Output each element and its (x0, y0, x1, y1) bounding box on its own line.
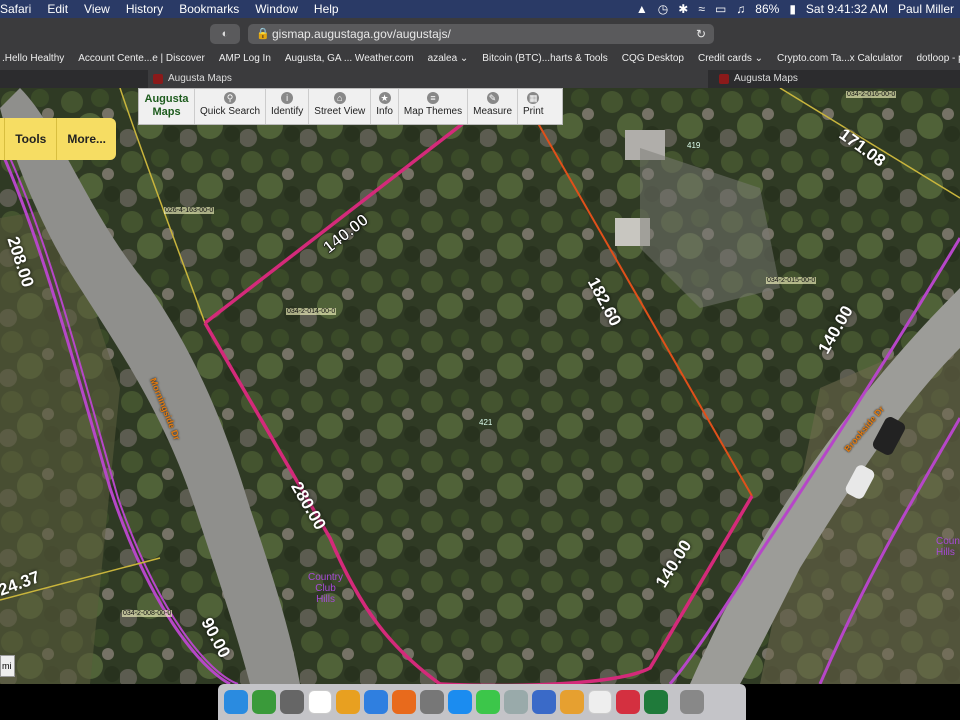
measure-button[interactable]: ✎ Measure (468, 89, 519, 124)
bookmark-item[interactable]: Account Cente...e | Discover (78, 53, 205, 64)
tab-augusta-maps-active[interactable]: Augusta Maps (148, 70, 708, 88)
reload-icon[interactable]: ↻ (696, 24, 706, 44)
menu-window[interactable]: Window (247, 0, 306, 18)
malwarebytes-icon[interactable]: ▲ (636, 2, 648, 16)
wifi-icon[interactable]: ≈ (698, 2, 705, 16)
identify-button[interactable]: i Identify (266, 89, 310, 124)
bookmark-item[interactable]: Credit cards ⌄ (698, 53, 763, 64)
house-number-main: 421 (479, 418, 493, 427)
messages-icon[interactable] (476, 690, 500, 714)
map-toolbar: Augusta Maps ⚲ Quick Search i Identify ⌂ St… (138, 88, 563, 125)
scale-chip[interactable]: mi (0, 655, 15, 677)
photos-icon[interactable] (336, 690, 360, 714)
airplay-icon[interactable]: ▭ (715, 2, 726, 16)
app-store-icon[interactable] (448, 690, 472, 714)
tab-augusta-maps[interactable]: Augusta Maps (714, 70, 960, 88)
augusta-maps-logo[interactable]: Augusta Maps (139, 89, 195, 124)
quicktime-icon[interactable] (532, 690, 556, 714)
finder-icon[interactable] (224, 690, 248, 714)
aerial-map[interactable]: 140.00 182.60 140.00 280.00 208.00 24.37… (0, 88, 960, 684)
launchpad-icon[interactable] (280, 690, 304, 714)
more-button[interactable]: More... (57, 118, 116, 160)
side-toolbar: Tools More... (0, 118, 116, 160)
area-label-country-club-hills: Country Club Hills (308, 572, 344, 605)
bookmark-item[interactable]: azalea ⌄ (428, 53, 469, 64)
map-canvas (0, 88, 960, 684)
parcel-id-nw[interactable]: 026-4-163-00-0 (164, 207, 215, 214)
mac-menubar: Safari Edit View History Bookmarks Windo… (0, 0, 960, 18)
calendar-icon[interactable] (308, 690, 332, 714)
mac-dock (218, 684, 746, 720)
info-button[interactable]: ★ Info (371, 89, 399, 124)
screen: { "menubar": { "app_items": ["Safari", "… (0, 0, 960, 720)
battery-icon[interactable]: ▮ (789, 2, 796, 16)
firefox-icon[interactable] (392, 690, 416, 714)
parcel-id-east[interactable]: 034-2-015-00-0 (766, 277, 817, 284)
app-icon[interactable] (252, 690, 276, 714)
clock[interactable]: Sat 9:41:32 AM (806, 2, 888, 16)
home-icon: ⌂ (333, 92, 346, 104)
battery-percent: 86% (755, 2, 780, 16)
bookmark-item[interactable]: .Hello Healthy (2, 53, 64, 64)
street-view-button[interactable]: ⌂ Street View (309, 89, 372, 124)
url-text: gismap.augustaga.gov/augustajs/ (272, 27, 451, 41)
parcel-id-main[interactable]: 034-2-014-00-0 (286, 308, 337, 315)
quick-search-button[interactable]: ⚲ Quick Search (195, 89, 267, 124)
grid-icon: ▦ (527, 92, 540, 104)
bookmarks-bar: .Hello Healthy Account Cente...e | Disco… (0, 48, 960, 68)
print-button[interactable]: ▦ Print (518, 89, 549, 124)
tools-button[interactable]: Tools (5, 118, 58, 160)
privacy-shield-button[interactable]: ◐ (210, 24, 240, 44)
parcel-id-ne[interactable]: 034-2-016-00-0 (846, 91, 897, 98)
map-themes-button[interactable]: ≡ Map Themes (399, 89, 469, 124)
tab-bar: Augusta Maps Augusta Maps (0, 70, 960, 88)
time-machine-icon[interactable]: ◷ (658, 2, 668, 16)
shield-icon: ◐ (221, 28, 229, 40)
lock-icon: 🔒 (256, 28, 270, 40)
area-label-east: Coun Hills (936, 536, 960, 558)
trash-icon[interactable] (680, 690, 704, 714)
bookmark-item[interactable]: AMP Log In (219, 53, 271, 64)
user-app-icon[interactable] (560, 690, 584, 714)
menu-history[interactable]: History (118, 0, 171, 18)
bookmark-item[interactable]: Crypto.com Ta...x Calculator (777, 53, 902, 64)
browser-toolbar: ◐ 🔒 gismap.augustaga.gov/augustajs/ ↻ .H… (0, 18, 960, 70)
user-name[interactable]: Paul Miller (898, 2, 954, 16)
bookmark-item[interactable]: dotloop - peo...ot paperwo (916, 53, 960, 64)
bluetooth-icon[interactable]: ✱ (678, 2, 688, 16)
chrome-icon[interactable] (588, 690, 612, 714)
search-icon: ⚲ (224, 92, 237, 104)
pencil-icon: ✎ (486, 92, 499, 104)
system-preferences-icon[interactable] (420, 690, 444, 714)
bookmark-item[interactable]: CQG Desktop (622, 53, 684, 64)
bookmark-item[interactable]: Bitcoin (BTC)...harts & Tools (482, 53, 607, 64)
excel-icon[interactable] (644, 690, 668, 714)
menu-edit[interactable]: Edit (39, 0, 76, 18)
info-circle-icon: i (281, 92, 294, 104)
blocked-app-icon[interactable] (616, 690, 640, 714)
address-bar[interactable]: 🔒 gismap.augustaga.gov/augustajs/ ↻ (248, 24, 714, 44)
augusta-favicon (719, 74, 729, 84)
parcel-id-sw[interactable]: 034-2-008-00-0 (122, 610, 173, 617)
house-number-ne: 419 (687, 141, 701, 150)
volume-icon[interactable]: ♫ (736, 2, 745, 16)
menu-view[interactable]: View (76, 0, 118, 18)
bookmark-item[interactable]: Augusta, GA ... Weather.com (285, 53, 414, 64)
menu-bookmarks[interactable]: Bookmarks (171, 0, 247, 18)
list-icon: ≡ (427, 92, 440, 104)
preview-icon[interactable] (504, 690, 528, 714)
menu-safari[interactable]: Safari (0, 0, 39, 18)
star-icon: ★ (378, 92, 391, 104)
safari-icon[interactable] (364, 690, 388, 714)
augusta-favicon (153, 74, 163, 84)
menu-help[interactable]: Help (306, 0, 347, 18)
